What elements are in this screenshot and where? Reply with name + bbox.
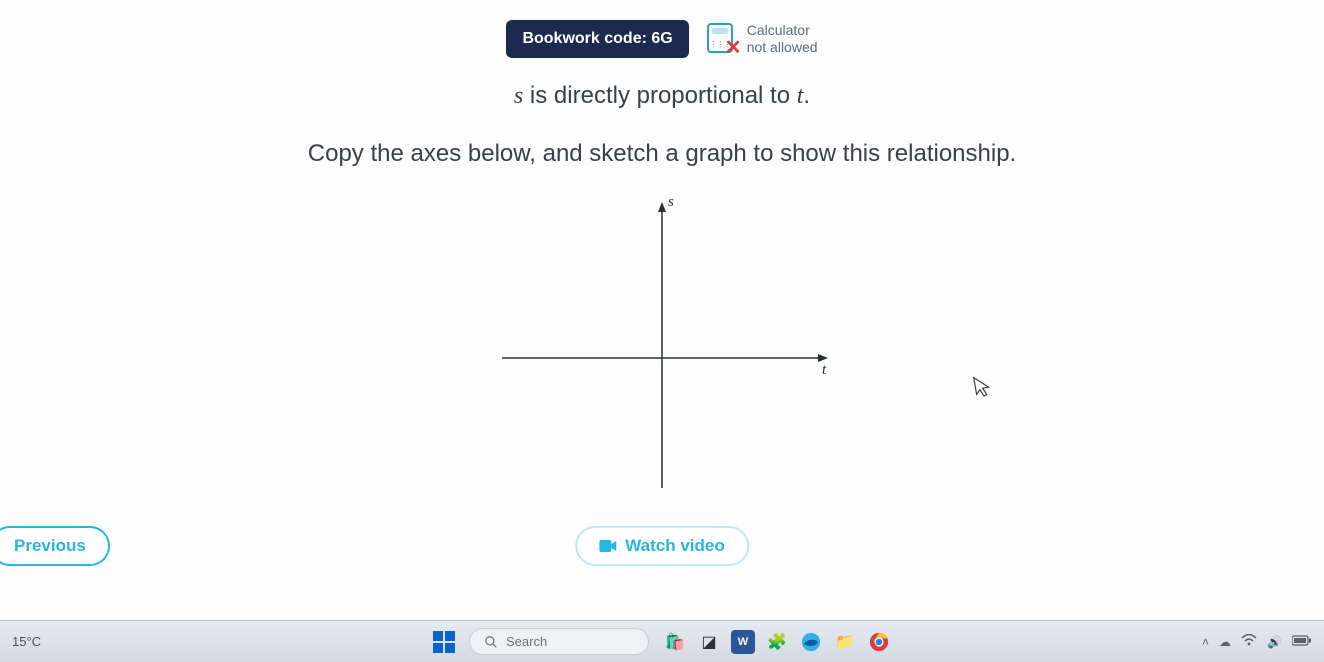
previous-button[interactable]: Previous	[0, 526, 110, 566]
question-text-end: .	[803, 82, 810, 109]
wifi-icon[interactable]	[1241, 634, 1257, 649]
pinned-apps: 🛍️ ◪ W 🧩 📁	[663, 630, 891, 654]
search-icon	[484, 635, 498, 649]
app-icon[interactable]: ◪	[697, 630, 721, 654]
question-text-mid: is directly proportional to	[523, 82, 796, 109]
taskbar-center: Search 🛍️ ◪ W 🧩 📁	[433, 628, 891, 655]
question-intro: s is directly proportional to t.	[0, 82, 1324, 110]
edge-icon[interactable]	[799, 630, 823, 654]
volume-icon[interactable]: 🔊	[1267, 635, 1282, 649]
watch-video-button[interactable]: Watch video	[575, 526, 749, 566]
chevron-up-icon[interactable]: ˄	[1202, 635, 1209, 649]
calculator-sublabel: not allowed	[747, 39, 818, 56]
calculator-status-text: Calculator not allowed	[747, 22, 818, 56]
search-placeholder: Search	[506, 634, 547, 649]
y-axis-label: s	[668, 194, 674, 210]
video-camera-icon	[599, 539, 617, 553]
x-axis-label: t	[822, 362, 827, 378]
windows-taskbar[interactable]: 15°C Search 🛍️ ◪ W 🧩 📁 ˄ ☁ 🔊	[0, 620, 1324, 662]
bottom-controls: Previous Watch video	[0, 522, 1324, 570]
question-instruction: Copy the axes below, and sketch a graph …	[0, 140, 1324, 168]
calculator-status: ✕ Calculator not allowed	[707, 22, 818, 56]
chrome-icon[interactable]	[867, 630, 891, 654]
system-tray[interactable]: ˄ ☁ 🔊	[1202, 634, 1312, 649]
file-explorer-icon[interactable]: 📁	[833, 630, 857, 654]
question-panel: Bookwork code: 6G ✕ Calculator not allow…	[0, 0, 1324, 620]
axes-diagram: s t	[0, 188, 1324, 498]
app-icon[interactable]: 🧩	[765, 630, 789, 654]
app-icon[interactable]: 🛍️	[663, 630, 687, 654]
start-button[interactable]	[433, 631, 455, 653]
header-row: Bookwork code: 6G ✕ Calculator not allow…	[0, 20, 1324, 58]
variable-s: s	[514, 83, 523, 109]
watch-video-label: Watch video	[625, 536, 725, 556]
bookwork-badge: Bookwork code: 6G	[506, 20, 688, 58]
calculator-label: Calculator	[747, 22, 818, 39]
cloud-icon[interactable]: ☁	[1219, 635, 1231, 649]
word-icon[interactable]: W	[731, 630, 755, 654]
weather-widget[interactable]: 15°C	[12, 634, 41, 649]
taskbar-search[interactable]: Search	[469, 628, 649, 655]
calculator-not-allowed-icon: ✕	[707, 23, 739, 55]
battery-icon[interactable]	[1292, 635, 1312, 649]
axes-svg: s t	[462, 188, 862, 498]
